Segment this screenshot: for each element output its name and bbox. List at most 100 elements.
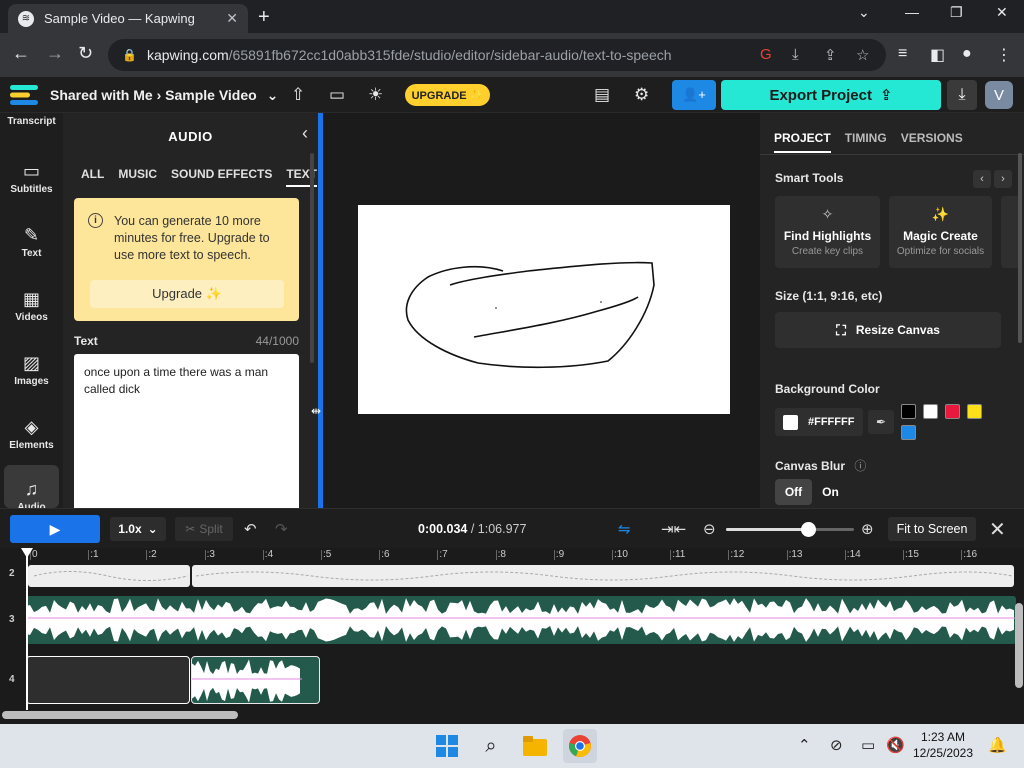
timeline-vertical-scrollbar[interactable]	[1015, 603, 1023, 688]
upgrade-button[interactable]: UPGRADE ✨	[405, 84, 490, 106]
chrome-menu-icon[interactable]: ⋮	[996, 45, 1012, 65]
system-clock[interactable]: 1:23 AM 12/25/2023	[912, 729, 974, 761]
kapwing-logo-icon[interactable]	[10, 85, 38, 105]
media-control-icon[interactable]: ≡	[898, 45, 907, 63]
network-icon[interactable]: ⊘	[830, 736, 843, 754]
new-tab-icon[interactable]: +	[258, 6, 270, 29]
fit-clips-icon[interactable]: ⇥⇤	[661, 520, 686, 538]
blur-on-option[interactable]: On	[812, 479, 849, 505]
zoom-in-icon[interactable]: ⊕	[861, 520, 874, 538]
undo-icon[interactable]: ↶	[244, 520, 257, 538]
swatch-black[interactable]	[901, 404, 916, 419]
track4-empty-clip[interactable]	[26, 656, 190, 704]
chevron-down-icon[interactable]: ⌄	[267, 87, 279, 103]
sidebar-item-transcript[interactable]: Transcript	[0, 116, 63, 127]
properties-scrollbar[interactable]	[1018, 153, 1022, 343]
upgrade-tts-button[interactable]: Upgrade ✨	[90, 280, 284, 308]
settings-gear-icon[interactable]: ⚙	[634, 85, 649, 105]
browser-tab[interactable]: ≋ Sample Video — Kapwing ✕	[8, 4, 248, 33]
minimize-icon[interactable]: —	[905, 4, 919, 20]
restore-icon[interactable]: ❐	[950, 4, 963, 21]
swatch-blue[interactable]	[901, 425, 916, 440]
sidebar-item-elements[interactable]: ◈ Elements	[0, 417, 63, 451]
chevron-down-icon[interactable]: ⌄	[858, 4, 870, 21]
side-panel-icon[interactable]: ◧	[930, 45, 945, 65]
search-icon[interactable]: ⌕	[477, 732, 505, 760]
tab-timing[interactable]: TIMING	[845, 131, 887, 153]
redo-icon[interactable]: ↷	[275, 520, 288, 538]
track3-audio-clip[interactable]	[26, 596, 1016, 644]
magic-create-tool[interactable]: ✨ Magic Create Optimize for socials	[889, 196, 992, 268]
upload-icon[interactable]: ⇧	[291, 85, 305, 105]
track2-clip-b[interactable]	[192, 565, 1014, 587]
download-button[interactable]: ⤓	[947, 80, 977, 110]
reload-icon[interactable]: ↻	[78, 43, 93, 64]
bookmark-star-icon[interactable]: ☆	[856, 46, 869, 64]
tools-prev-button[interactable]: ‹	[973, 170, 991, 188]
timeline-toolbar: ▶ 1.0x ⌄ ✂ Split ↶ ↷ 0:00.034 / 1:06.977…	[0, 508, 1024, 548]
profile-icon[interactable]: ●	[962, 45, 972, 63]
collapse-panel-icon[interactable]: ‹	[302, 123, 308, 144]
captions-icon[interactable]: ▭	[329, 85, 345, 105]
tab-close-icon[interactable]: ✕	[226, 10, 238, 27]
zoom-out-icon[interactable]: ⊖	[703, 520, 716, 538]
share-icon[interactable]: ⇪	[824, 46, 837, 64]
tab-project[interactable]: PROJECT	[774, 131, 831, 153]
swatch-yellow[interactable]	[967, 404, 982, 419]
project-title[interactable]: Sample Video	[165, 87, 257, 103]
find-highlights-tool[interactable]: ✧ Find Highlights Create key clips	[775, 196, 880, 268]
windows-start-icon[interactable]	[433, 732, 461, 760]
swatch-white[interactable]	[923, 404, 938, 419]
sidebar-item-text[interactable]: ✎ Text	[0, 225, 63, 259]
chrome-taskbar-icon[interactable]	[563, 729, 597, 763]
panel-scrollbar[interactable]	[310, 153, 314, 363]
timeline-horizontal-scrollbar[interactable]	[2, 711, 238, 719]
playback-speed-select[interactable]: 1.0x ⌄	[110, 517, 166, 541]
forward-icon[interactable]: →	[46, 43, 64, 64]
swatch-red[interactable]	[945, 404, 960, 419]
file-explorer-icon[interactable]	[521, 732, 549, 760]
play-button[interactable]: ▶	[10, 515, 100, 543]
lightbulb-icon[interactable]: ☀	[368, 85, 383, 105]
magnet-snap-icon[interactable]: ⇋	[618, 520, 631, 538]
track2-clip-a[interactable]	[28, 565, 190, 587]
google-lens-icon[interactable]: G	[760, 46, 772, 63]
add-collaborator-button[interactable]: 👤+	[672, 80, 716, 110]
zoom-slider-fill	[726, 528, 808, 531]
fit-to-screen-button[interactable]: Fit to Screen	[888, 517, 976, 541]
install-app-icon[interactable]: ⤓	[792, 46, 799, 63]
notification-bell-icon[interactable]: 🔔	[988, 736, 1007, 754]
split-button[interactable]: ✂ Split	[175, 517, 233, 541]
tab-music[interactable]: MUSIC	[118, 167, 157, 187]
export-project-button[interactable]: Export Project ⇪	[721, 80, 941, 110]
sidebar-item-videos[interactable]: ▦ Videos	[0, 289, 63, 323]
address-bar[interactable]: 🔒 kapwing.com/65891fb672cc1d0abb315fde/s…	[108, 39, 886, 71]
background-color-input[interactable]: #FFFFFF	[775, 408, 863, 436]
time-ruler[interactable]: 0:1:2:3:4:5:6:7:8:9:10:11:12:13:14:15:16	[26, 548, 1016, 564]
playhead[interactable]	[26, 548, 28, 710]
comments-icon[interactable]: ▤	[594, 85, 610, 105]
tts-text-input[interactable]: once upon a time there was a man called …	[74, 354, 299, 514]
tray-chevron-up-icon[interactable]: ⌃	[798, 736, 811, 754]
tools-next-button[interactable]: ›	[994, 170, 1012, 188]
sidebar-item-images[interactable]: ▨ Images	[0, 353, 63, 387]
tab-all[interactable]: ALL	[81, 167, 104, 187]
display-icon[interactable]: ▭	[861, 736, 875, 754]
sidebar-item-subtitles[interactable]: ▭ Subtitles	[0, 161, 63, 195]
window-close-icon[interactable]: ✕	[996, 4, 1008, 21]
zoom-slider-handle[interactable]	[801, 522, 816, 537]
video-canvas[interactable]	[358, 205, 730, 414]
blur-off-option[interactable]: Off	[775, 479, 812, 505]
avatar[interactable]: V	[985, 81, 1013, 109]
eyedropper-button[interactable]: ✒	[868, 410, 894, 434]
track4-tts-audio-clip[interactable]	[191, 656, 320, 704]
tab-versions[interactable]: VERSIONS	[901, 131, 963, 153]
back-icon[interactable]: ←	[12, 43, 30, 64]
sidebar-item-audio[interactable]: ♫ Audio	[4, 465, 59, 513]
tab-sound-effects[interactable]: SOUND EFFECTS	[171, 167, 272, 187]
volume-muted-icon[interactable]: 🔇	[886, 736, 905, 754]
breadcrumb-shared[interactable]: Shared with Me	[50, 87, 153, 103]
help-icon[interactable]: ⓘ	[854, 459, 866, 473]
close-timeline-icon[interactable]: ✕	[989, 517, 1006, 542]
resize-canvas-button[interactable]: ⛶ Resize Canvas	[775, 312, 1001, 348]
